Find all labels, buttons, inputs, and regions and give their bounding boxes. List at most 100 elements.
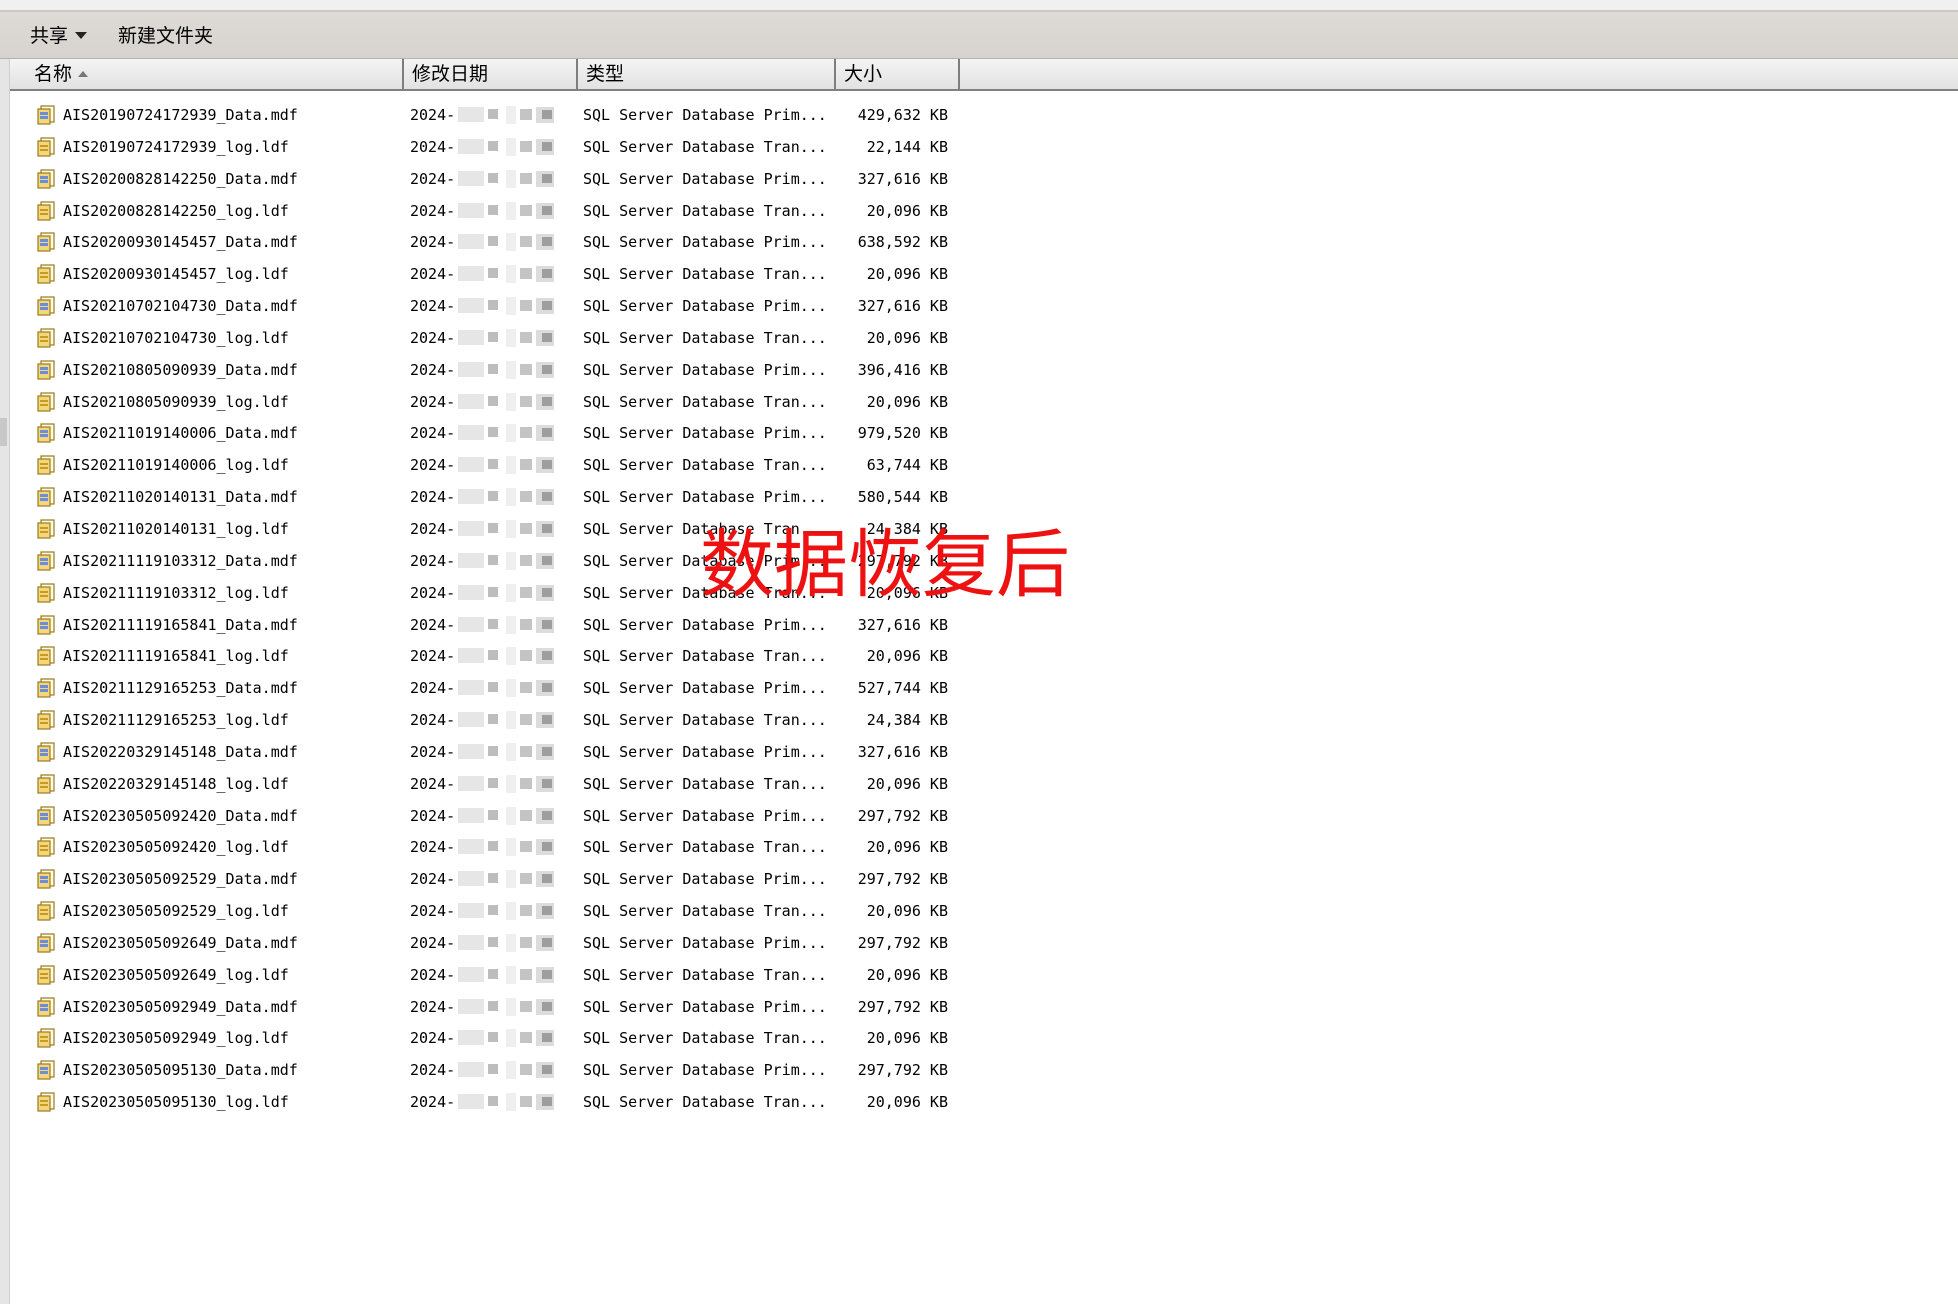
file-row[interactable]: AIS20210805090939_Data.mdf 2024-(SQL Serv… [10,354,1010,386]
file-size: 327,616 KB [857,169,948,188]
file-row[interactable]: AIS20211119165841_Data.mdf 2024-(SQL Serv… [10,609,1010,641]
file-row[interactable]: AIS20230505092949_Data.mdf 2024-(SQL Serv… [10,991,1010,1023]
file-name[interactable]: AIS20210702104730_Data.mdf [63,295,298,317]
file-name[interactable]: AIS20211020140131_Data.mdf [63,486,298,508]
file-row[interactable]: AIS20220329145148_Data.mdf 2024-(SQL Serv… [10,736,1010,768]
redacted-date-blur [458,933,564,953]
redacted-date-blur [458,901,564,921]
file-name[interactable]: AIS20211119103312_Data.mdf [63,550,298,572]
log-file-icon [36,646,56,666]
redacted-date-blur [458,360,564,380]
file-row[interactable]: AIS20211019140006_log.ldf 2024-(SQL Serve… [10,449,1010,481]
file-name[interactable]: AIS20200828142250_log.ldf [63,200,289,222]
file-name[interactable]: AIS20211129165253_log.ldf [63,709,289,731]
share-button[interactable]: 共享 [30,23,68,49]
chevron-down-icon[interactable] [75,32,87,39]
file-name[interactable]: AIS20200828142250_Data.mdf [63,168,298,190]
database-file-icon [36,869,56,889]
file-row[interactable]: AIS20230505092420_log.ldf 2024-(SQL Serve… [10,831,1010,863]
file-name[interactable]: AIS20230505095130_log.ldf [63,1091,289,1113]
file-row[interactable]: AIS20230505095130_log.ldf 2024-(SQL Serve… [10,1086,1010,1118]
database-file-icon [36,423,56,444]
file-type: SQL Server Database Prim... [583,106,827,124]
file-name[interactable]: AIS20190724172939_log.ldf [63,136,289,158]
redacted-date-blur [458,487,564,507]
redacted-date-blur [458,169,564,189]
file-name[interactable]: AIS20230505092949_Data.mdf [63,996,298,1018]
file-row[interactable]: AIS20190724172939_log.ldf 2024-(SQL Serve… [10,131,1010,163]
file-size: 396,416 KB [857,360,948,379]
file-size: 297,792 KB [857,870,948,889]
file-name[interactable]: AIS20200930145457_Data.mdf [63,231,298,253]
file-type: SQL Server Database Prim... [583,679,827,698]
file-row[interactable]: AIS20211129165253_Data.mdf 2024-(SQL Serv… [10,672,1010,704]
file-name[interactable]: AIS20230505092420_log.ldf [63,836,289,858]
file-row[interactable]: AIS20230505092529_log.ldf 2024-(SQL Serve… [10,895,1010,927]
file-row[interactable]: AIS20200828142250_log.ldf 2024-(SQL Serve… [10,195,1010,227]
file-name[interactable]: AIS20211119103312_log.ldf [63,582,289,604]
file-size: 638,592 KB [857,233,948,252]
file-row[interactable]: AIS20190724172939_Data.mdf 2024-(SQL Serv… [10,99,1010,131]
file-name[interactable]: AIS20220329145148_Data.mdf [63,741,298,763]
file-name[interactable]: AIS20230505092420_Data.mdf [63,805,298,827]
redacted-date-blur [458,551,564,571]
file-name[interactable]: AIS20230505092529_log.ldf [63,900,289,922]
file-row[interactable]: AIS20220329145148_log.ldf 2024-(SQL Serve… [10,768,1010,800]
file-row[interactable]: AIS20211020140131_Data.mdf 2024-(SQL Serv… [10,481,1010,513]
file-name[interactable]: AIS20210805090939_Data.mdf [63,359,298,381]
new-folder-button[interactable]: 新建文件夹 [118,23,213,49]
file-name[interactable]: AIS20211119165841_log.ldf [63,645,289,667]
redacted-date-blur [458,296,564,316]
file-name[interactable]: AIS20211129165253_Data.mdf [63,677,298,699]
file-row[interactable]: AIS20230505092949_log.ldf 2024-(SQL Serve… [10,1022,1010,1054]
file-row[interactable]: AIS20211119165841_log.ldf 2024-(SQL Serve… [10,640,1010,672]
file-row[interactable]: AIS20230505092420_Data.mdf 2024-(SQL Serv… [10,800,1010,832]
column-header-type[interactable]: 类型 [578,59,836,89]
database-file-icon [36,805,56,826]
file-date: 2024-( [410,456,465,475]
file-name[interactable]: AIS20211019140006_Data.mdf [63,422,298,444]
database-file-icon [36,360,56,380]
file-row[interactable]: AIS20230505092649_log.ldf 2024-(SQL Serve… [10,959,1010,991]
file-row[interactable]: AIS20210702104730_Data.mdf 2024-(SQL Serv… [10,290,1010,322]
column-header-date[interactable]: 修改日期 [404,59,578,89]
file-name[interactable]: AIS20210702104730_log.ldf [63,327,289,349]
redacted-date-blur [458,678,564,698]
column-header-name[interactable]: 名称 [10,59,404,89]
file-row[interactable]: AIS20211129165253_log.ldf 2024-(SQL Serve… [10,704,1010,736]
file-name[interactable]: AIS20211119165841_Data.mdf [63,614,298,636]
file-name[interactable]: AIS20230505092949_log.ldf [63,1027,289,1049]
redacted-date-blur [458,201,564,221]
redacted-date-blur [458,965,564,985]
file-row[interactable]: AIS20230505092529_Data.mdf 2024-(SQL Serv… [10,863,1010,895]
file-date: 2024-( [410,1061,465,1080]
file-name[interactable]: AIS20230505092529_Data.mdf [63,868,298,890]
file-name[interactable]: AIS20210805090939_log.ldf [63,391,289,413]
navigation-pane-edge[interactable] [0,59,10,1304]
file-row[interactable]: AIS20200930145457_log.ldf 2024-(SQL Serve… [10,258,1010,290]
file-row[interactable]: AIS20210702104730_log.ldf 2024-(SQL Serve… [10,322,1010,354]
database-file-icon [36,1060,56,1080]
file-name[interactable]: AIS20190724172939_Data.mdf [63,104,298,126]
file-type: SQL Server Database Prim... [583,424,827,443]
file-row[interactable]: AIS20230505092649_Data.mdf 2024-(SQL Serv… [10,927,1010,959]
file-row[interactable]: AIS20211019140006_Data.mdf 2024-(SQL Serv… [10,417,1010,449]
file-row[interactable]: AIS20200930145457_Data.mdf 2024-(SQL Serv… [10,226,1010,258]
file-row[interactable]: AIS20200828142250_Data.mdf 2024-(SQL Serv… [10,163,1010,195]
splitter-handle[interactable] [0,418,7,446]
file-name[interactable]: AIS20200930145457_log.ldf [63,263,289,285]
file-name[interactable]: AIS20211020140131_log.ldf [63,518,289,540]
file-name[interactable]: AIS20220329145148_log.ldf [63,773,289,795]
column-header-size[interactable]: 大小 [836,59,960,89]
database-file-icon [36,296,56,316]
file-name[interactable]: AIS20230505092649_Data.mdf [63,932,298,954]
file-date: 2024-( [410,774,465,793]
file-type: SQL Server Database Tran... [583,1029,827,1048]
file-name[interactable]: AIS20230505095130_Data.mdf [63,1059,298,1081]
file-row[interactable]: AIS20230505095130_Data.mdf 2024-(SQL Serv… [10,1054,1010,1086]
file-name[interactable]: AIS20211019140006_log.ldf [63,454,289,476]
file-date: 2024-( [410,806,465,825]
file-name[interactable]: AIS20230505092649_log.ldf [63,964,289,986]
file-size: 20,096 KB [866,774,948,793]
file-row[interactable]: AIS20210805090939_log.ldf 2024-(SQL Serve… [10,386,1010,418]
